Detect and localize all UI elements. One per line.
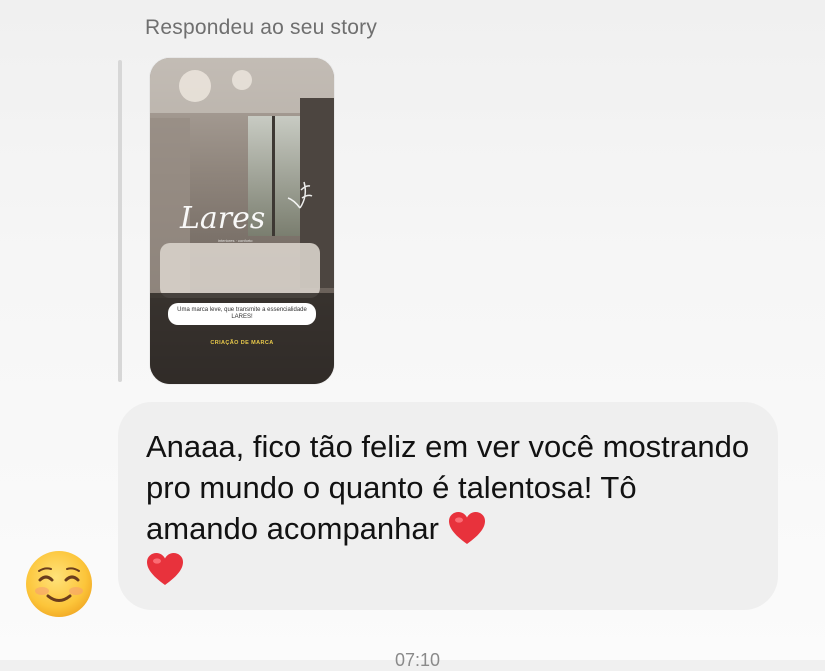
message-bubble[interactable]: Anaaa, fico tão feliz em ver você mostra… <box>118 402 778 610</box>
svg-text:interiores · conforto: interiores · conforto <box>218 238 253 243</box>
story-image: Lares interiores · conforto <box>150 58 334 384</box>
story-thumbnail[interactable]: Lares interiores · conforto Uma marca le… <box>150 58 334 384</box>
story-footer: CRIAÇÃO DE MARCA <box>210 340 274 346</box>
svg-text:Lares: Lares <box>179 201 265 236</box>
smiling-face-emoji-icon[interactable] <box>24 549 94 619</box>
story-caption: Uma marca leve, que transmite a essencia… <box>168 303 316 325</box>
message-timestamp: 07:10 <box>395 650 441 670</box>
red-heart-icon <box>448 511 486 545</box>
quote-line <box>118 60 122 382</box>
story-reply-label: Respondeu ao seu story <box>145 16 378 39</box>
red-heart-icon <box>146 552 184 586</box>
